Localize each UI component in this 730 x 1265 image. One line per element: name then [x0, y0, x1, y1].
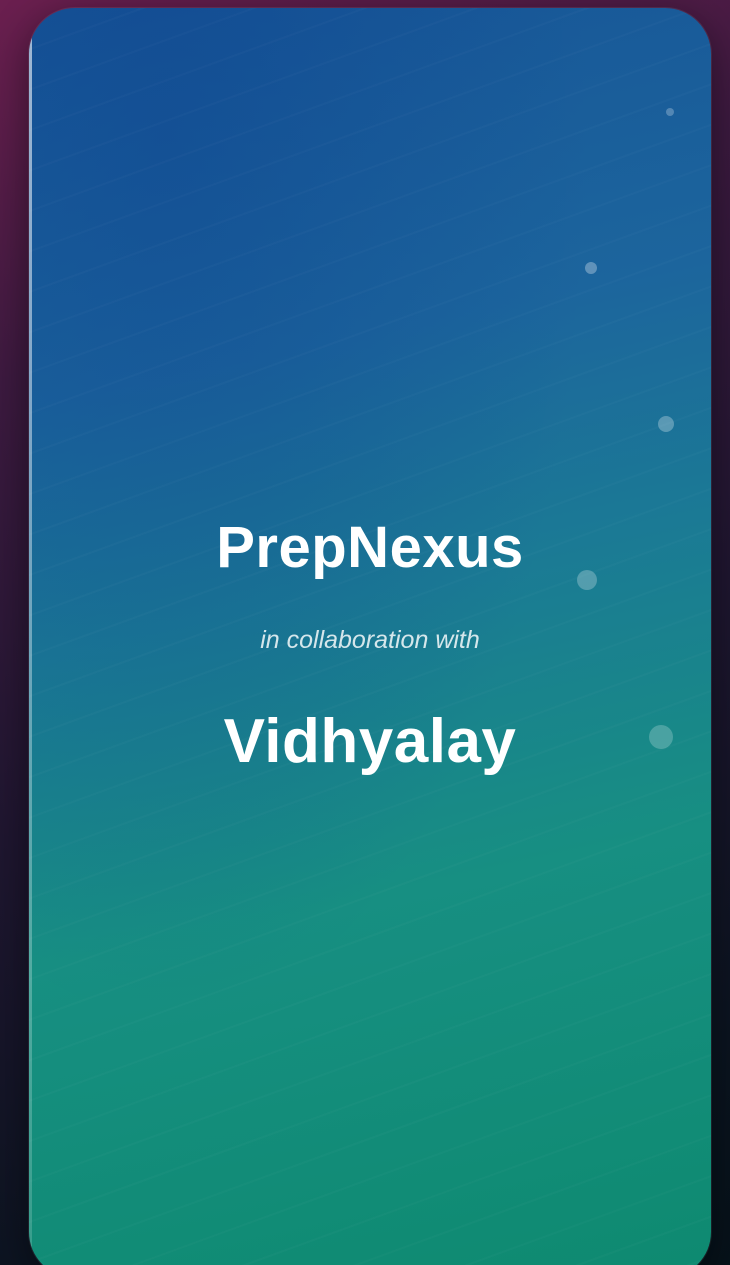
collaboration-subtitle: in collaboration with — [260, 626, 480, 654]
splash-screen: PrepNexus in collaboration with Vidhyala… — [29, 8, 711, 1265]
decorative-dot — [585, 262, 597, 274]
app-name-title: PrepNexus — [216, 515, 524, 580]
decorative-dot — [658, 416, 674, 432]
decorative-dot — [666, 108, 674, 116]
partner-name-title: Vidhyalay — [223, 707, 517, 776]
